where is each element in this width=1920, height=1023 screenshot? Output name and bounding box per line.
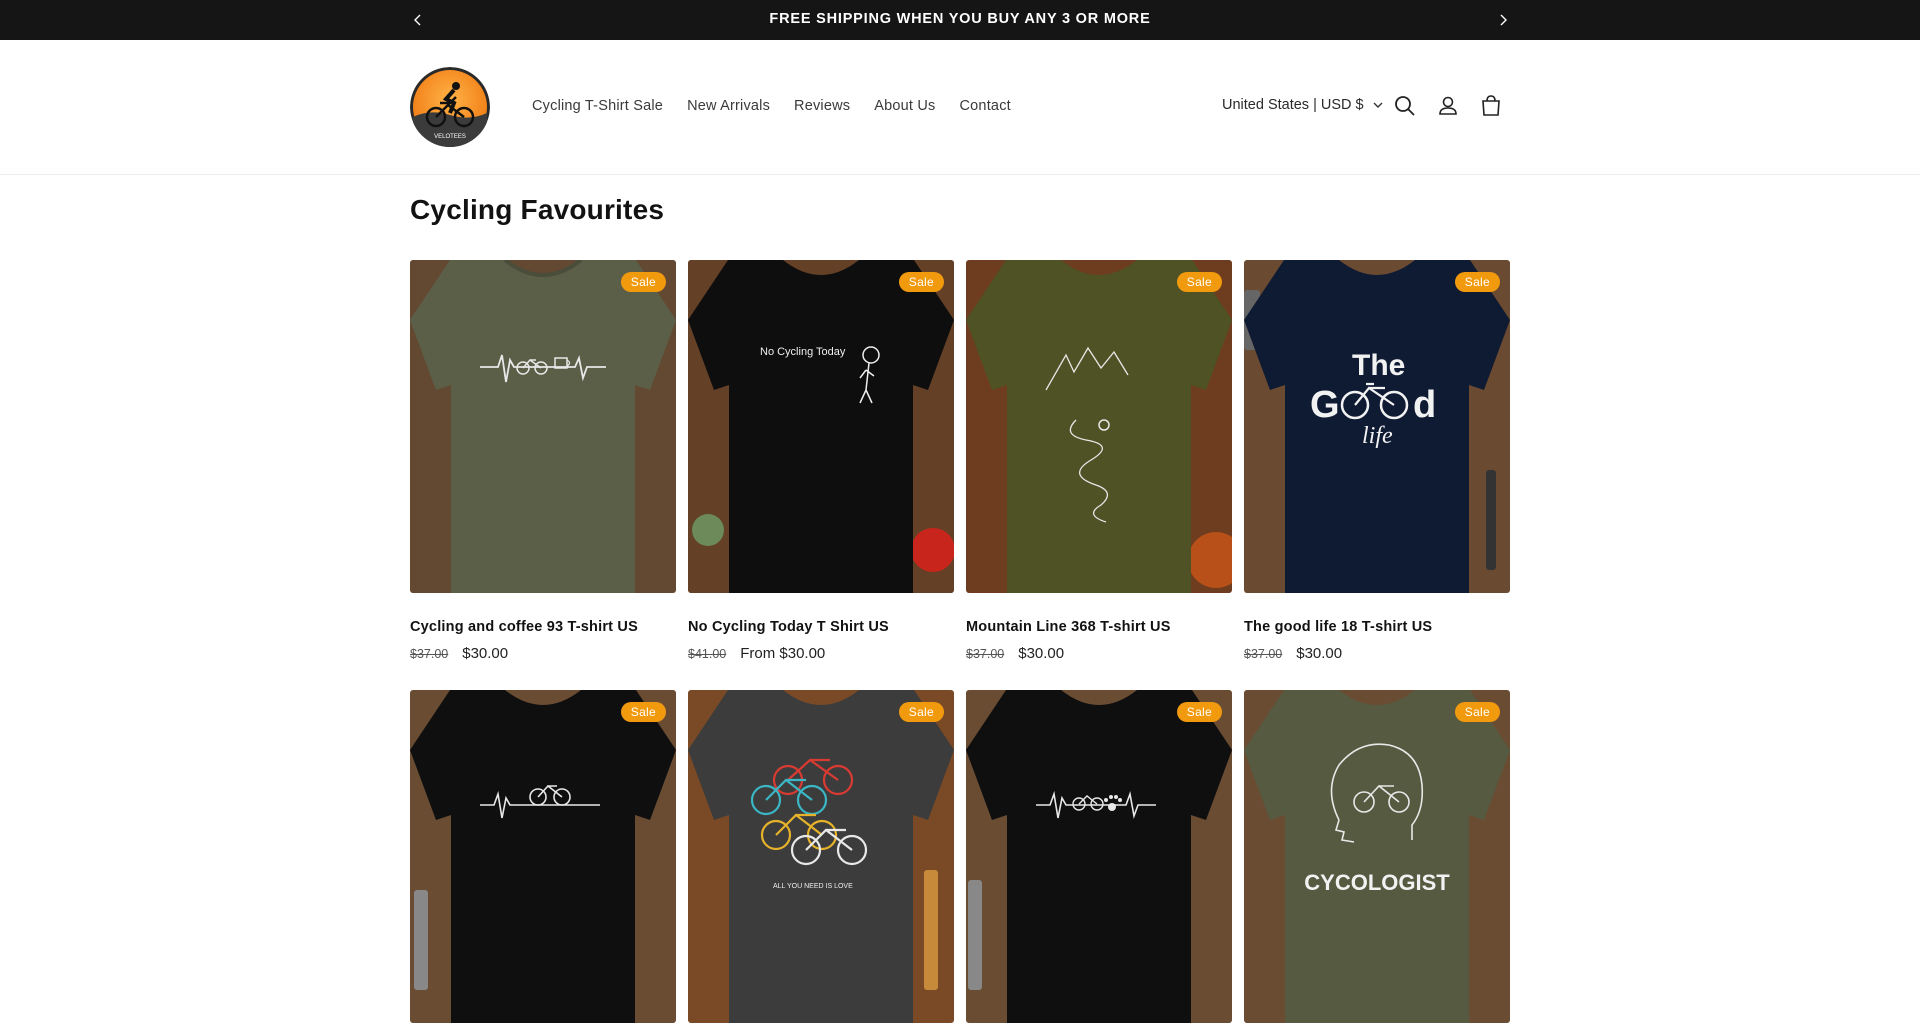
nav-cycling-tshirt-sale[interactable]: Cycling T-Shirt Sale: [520, 98, 675, 114]
announcement-message: FREE SHIPPING WHEN YOU BUY ANY 3 OR MORE: [769, 11, 1151, 27]
product-image[interactable]: Sale: [966, 260, 1232, 593]
sale-price: $30.00: [1296, 645, 1343, 662]
product-card[interactable]: The G d life Sale The good life 18 T-shi…: [1244, 260, 1510, 662]
product-image[interactable]: Sale: [410, 690, 676, 1023]
cart-icon[interactable]: [1478, 93, 1504, 119]
logo-text: VELOTEES: [434, 134, 466, 140]
original-price: $37.00: [1244, 647, 1283, 661]
product-card[interactable]: Sale: [966, 690, 1232, 1023]
original-price: $41.00: [688, 647, 727, 661]
product-title[interactable]: No Cycling Today T Shirt US: [688, 619, 954, 635]
product-card[interactable]: ALL YOU NEED IS LOVE Sale: [688, 690, 954, 1023]
account-icon[interactable]: [1435, 93, 1461, 119]
product-price: $37.00 $30.00: [1244, 645, 1510, 662]
sale-price: $30.00: [1018, 645, 1065, 662]
shirt-print-line-1: The: [1352, 349, 1405, 382]
chevron-right-icon[interactable]: [1495, 12, 1511, 28]
product-image[interactable]: CYCOLOGIST Sale: [1244, 690, 1510, 1023]
shirt-print-text: No Cycling Today: [760, 346, 846, 358]
nav-contact[interactable]: Contact: [948, 98, 1023, 114]
product-price: $37.00 $30.00: [410, 645, 676, 662]
product-card[interactable]: Sale: [410, 690, 676, 1023]
shirt-print-text: ALL YOU NEED IS LOVE: [773, 883, 853, 890]
product-price: $41.00 From $30.00: [688, 645, 954, 662]
nav-reviews[interactable]: Reviews: [782, 98, 862, 114]
announcement-bar: FREE SHIPPING WHEN YOU BUY ANY 3 OR MORE: [0, 0, 1920, 40]
product-image[interactable]: ALL YOU NEED IS LOVE Sale: [688, 690, 954, 1023]
site-header: VELOTEES Cycling T-Shirt Sale New Arriva…: [0, 40, 1920, 175]
country-selector[interactable]: United States | USD $: [1222, 97, 1384, 113]
sale-badge: Sale: [620, 702, 666, 722]
product-image[interactable]: Sale: [410, 260, 676, 593]
product-title[interactable]: The good life 18 T-shirt US: [1244, 619, 1510, 635]
product-card[interactable]: Sale Cycling and coffee 93 T-shirt US $3…: [410, 260, 676, 662]
original-price: $37.00: [966, 647, 1005, 661]
search-icon[interactable]: [1392, 93, 1418, 119]
shirt-print-line-3: d: [1413, 384, 1436, 426]
main-nav: Cycling T-Shirt Sale New Arrivals Review…: [520, 98, 1023, 114]
product-card[interactable]: Sale Mountain Line 368 T-shirt US $37.00…: [966, 260, 1232, 662]
sale-badge: Sale: [1454, 272, 1500, 292]
shirt-print-line-2: G: [1310, 384, 1340, 426]
section-title: Cycling Favourites: [410, 194, 665, 225]
product-price: $37.00 $30.00: [966, 645, 1232, 662]
shirt-print-text: CYCOLOGIST: [1304, 870, 1450, 895]
sale-badge: Sale: [620, 272, 666, 292]
sale-price: $30.00: [462, 645, 509, 662]
original-price: $37.00: [410, 647, 449, 661]
sale-price: From $30.00: [740, 645, 826, 662]
sale-badge: Sale: [1454, 702, 1500, 722]
shirt-print-line-4: life: [1362, 423, 1393, 449]
product-image[interactable]: The G d life Sale: [1244, 260, 1510, 593]
product-card[interactable]: CYCOLOGIST Sale: [1244, 690, 1510, 1023]
sale-badge: Sale: [1176, 702, 1222, 722]
product-title[interactable]: Mountain Line 368 T-shirt US: [966, 619, 1232, 635]
nav-about-us[interactable]: About Us: [862, 98, 947, 114]
sale-badge: Sale: [1176, 272, 1222, 292]
store-logo[interactable]: VELOTEES: [410, 67, 490, 147]
product-image[interactable]: No Cycling Today Sale: [688, 260, 954, 593]
country-selector-label: United States | USD $: [1222, 97, 1364, 113]
nav-new-arrivals[interactable]: New Arrivals: [675, 98, 782, 114]
sale-badge: Sale: [898, 702, 944, 722]
chevron-down-icon: [1373, 102, 1383, 108]
product-card[interactable]: No Cycling Today Sale No Cycling Today T…: [688, 260, 954, 662]
sale-badge: Sale: [898, 272, 944, 292]
product-image[interactable]: Sale: [966, 690, 1232, 1023]
product-title[interactable]: Cycling and coffee 93 T-shirt US: [410, 619, 676, 635]
